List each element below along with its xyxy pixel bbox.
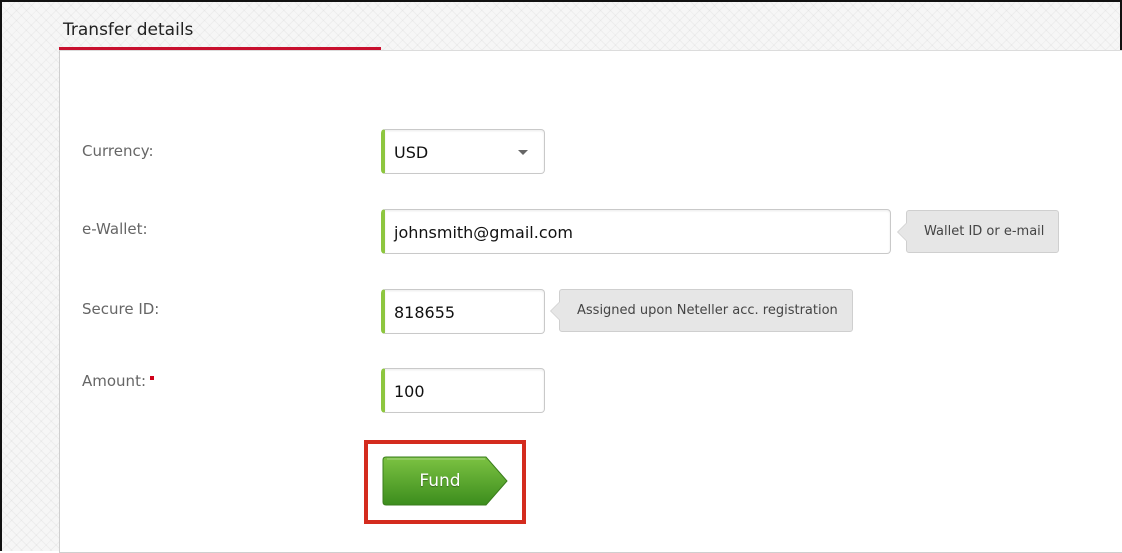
secure-id-hint-text: Assigned upon Neteller acc. registration — [577, 303, 838, 318]
amount-input[interactable]: 100 — [381, 368, 545, 413]
amount-label-text: Amount: — [82, 372, 146, 390]
fund-button-label: Fund — [419, 471, 461, 491]
secure-id-input[interactable]: 818655 — [381, 289, 545, 334]
currency-label: Currency: — [82, 142, 154, 160]
ewallet-label: e-Wallet: — [82, 220, 148, 238]
fund-button[interactable]: Fund — [382, 456, 509, 506]
section-title: Transfer details — [63, 20, 194, 40]
ewallet-hint-text: Wallet ID or e-mail — [924, 224, 1045, 239]
secure-id-input-value: 818655 — [394, 303, 456, 322]
page-frame: Transfer details Currency: USD e-Wallet:… — [0, 0, 1122, 553]
secure-id-hint-tooltip: Assigned upon Neteller acc. registration — [550, 289, 853, 332]
ewallet-input[interactable]: johnsmith@gmail.com — [381, 209, 891, 254]
amount-input-value: 100 — [394, 382, 425, 401]
section-tab: Transfer details — [59, 12, 1122, 50]
ewallet-hint-tooltip: Wallet ID or e-mail — [896, 210, 1060, 253]
chevron-down-icon — [518, 150, 528, 155]
currency-selected-value: USD — [394, 143, 429, 162]
secure-id-label: Secure ID: — [82, 300, 160, 318]
currency-select[interactable]: USD — [381, 129, 545, 174]
required-indicator-icon — [150, 376, 154, 380]
ewallet-input-value: johnsmith@gmail.com — [394, 223, 573, 242]
amount-label: Amount: — [82, 372, 154, 390]
